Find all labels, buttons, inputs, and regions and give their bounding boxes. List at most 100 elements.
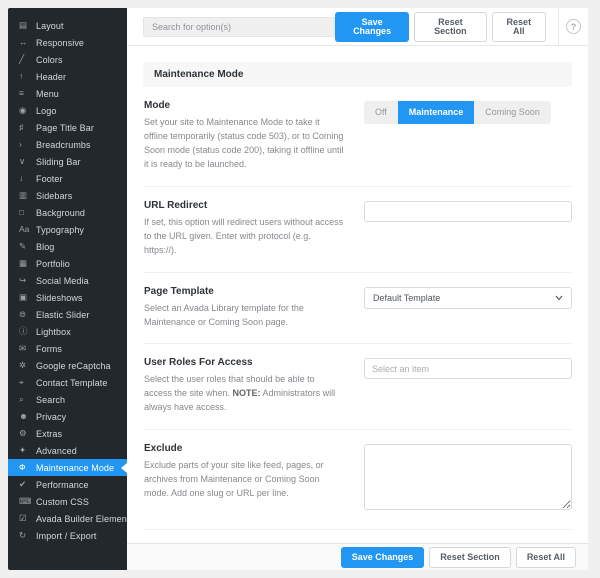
avada-builder-elements-icon: ☑ (19, 513, 27, 524)
sidebar-item-google-recaptcha[interactable]: ✲ Google reCaptcha (8, 357, 127, 374)
sidebar-item-typography[interactable]: Aa Typography (8, 221, 127, 238)
url-redirect-label: URL Redirect (144, 199, 208, 211)
slideshows-icon: ▣ (19, 292, 28, 303)
sidebar-item-social-media[interactable]: ↪ Social Media (8, 272, 127, 289)
mode-off-button[interactable]: Off (363, 101, 398, 124)
sidebar-item-logo[interactable]: ◉ Logo (8, 102, 127, 119)
reset-all-button-bottom[interactable]: Reset All (515, 546, 576, 568)
sidebar-item-contact-template[interactable]: ⌖ Contact Template (8, 374, 127, 391)
save-changes-button-bottom[interactable]: Save Changes (340, 546, 425, 568)
field-info: URL Redirect If set, this option will re… (143, 200, 345, 258)
sidebar-item-breadcrumbs[interactable]: › Breadcrumbs (8, 136, 127, 153)
help-icon[interactable]: ? (566, 19, 581, 34)
sidebar-item-search[interactable]: ⌕ Search (8, 391, 127, 408)
field-info: Mode Set your site to Maintenance Mode t… (143, 100, 345, 172)
field-control: Default Template (363, 286, 572, 309)
lightbox-icon: ⓘ (19, 326, 28, 337)
page-template-select[interactable]: Default Template (363, 286, 572, 309)
page-frame: ▤ Layout ↔ Responsive ╱ Colors ↑ Header ≡ Menu ◉ Lo… (0, 0, 600, 578)
exclude-description: Exclude parts of your site like feed, pa… (144, 460, 324, 499)
sidebar-item-label: Extras (36, 428, 63, 439)
sidebar-item-label: Privacy (36, 411, 67, 422)
bottom-toolbar: Save Changes Reset Section Reset All (127, 543, 588, 570)
responsive-icon: ↔ (19, 37, 28, 48)
reset-section-button-top[interactable]: Reset Section (414, 11, 487, 42)
url-redirect-description: If set, this option will redirect users … (144, 216, 344, 255)
sidebar-item-colors[interactable]: ╱ Colors (8, 51, 127, 68)
sidebar-item-header[interactable]: ↑ Header (8, 68, 127, 85)
sidebar-item-label: Colors (36, 54, 63, 65)
sidebar-item-extras[interactable]: ⚙ Extras (8, 425, 127, 442)
save-changes-button-top[interactable]: Save Changes (335, 11, 410, 42)
sidebars-icon: ▥ (19, 190, 28, 201)
sidebar-item-menu[interactable]: ≡ Menu (8, 85, 127, 102)
mode-label: Mode (144, 100, 171, 111)
page-template-description: Select an Avada Library template for the… (144, 302, 304, 327)
field-control (363, 200, 572, 222)
exclude-textarea[interactable] (363, 444, 572, 511)
note-emphasis: NOTE: (232, 388, 261, 399)
sidebar-item-layout[interactable]: ▤ Layout (8, 17, 127, 34)
elastic-slider-icon: ⊜ (19, 309, 27, 320)
user-roles-label: User Roles For Access (144, 357, 253, 369)
sidebar-item-slideshows[interactable]: ▣ Slideshows (8, 289, 127, 306)
search-input[interactable] (143, 16, 335, 37)
layout-icon: ▤ (19, 20, 28, 31)
sidebar-item-footer[interactable]: ↓ Footer (8, 170, 127, 187)
mode-description: Set your site to Maintenance Mode to tak… (144, 117, 344, 169)
sidebar-item-responsive[interactable]: ↔ Responsive (8, 34, 127, 51)
field-info: Page Template Select an Avada Library te… (143, 286, 345, 330)
maintenance-mode-icon: Ф (19, 462, 26, 473)
chevron-down-icon (555, 295, 563, 301)
sidebar-item-label: Contact Template (36, 377, 108, 388)
sidebar-item-privacy[interactable]: ☻ Privacy (8, 408, 127, 425)
colors-icon: ╱ (19, 54, 25, 65)
page-template-selected-value: Default Template (372, 292, 441, 303)
reset-section-button-bottom[interactable]: Reset Section (429, 546, 511, 568)
page-title-bar-icon: ♯ (19, 122, 24, 133)
field-control: Off Maintenance Coming Soon (363, 100, 572, 124)
sidebar-item-label: Performance (36, 479, 89, 490)
sliding-bar-icon: ∨ (19, 156, 26, 167)
sidebar-item-blog[interactable]: ✎ Blog (8, 238, 127, 255)
sidebar-item-sliding-bar[interactable]: ∨ Sliding Bar (8, 153, 127, 170)
user-roles-input[interactable] (363, 358, 572, 380)
sidebar-item-sidebars[interactable]: ▥ Sidebars (8, 187, 127, 204)
sidebar-item-label: Social Media (36, 275, 89, 286)
url-redirect-input[interactable] (363, 200, 572, 222)
user-roles-description: Select the user roles that should be abl… (144, 374, 336, 413)
field-row-user-roles: User Roles For Access Select the user ro… (143, 344, 572, 431)
sidebar-item-background[interactable]: □ Background (8, 204, 127, 221)
performance-icon: ✔ (19, 479, 27, 490)
sidebar-item-maintenance-mode[interactable]: Ф Maintenance Mode (8, 459, 127, 476)
sidebar-item-label: Logo (36, 105, 57, 116)
reset-all-button-top[interactable]: Reset All (491, 11, 546, 42)
sidebar-item-lightbox[interactable]: ⓘ Lightbox (8, 323, 127, 340)
field-control (363, 443, 572, 515)
breadcrumbs-icon: › (19, 139, 22, 150)
menu-icon: ≡ (19, 88, 24, 99)
top-toolbar: Save Changes Reset Section Reset All ? (127, 8, 588, 46)
sidebar-item-label: Menu (36, 88, 59, 99)
sidebar-item-elastic-slider[interactable]: ⊜ Elastic Slider (8, 306, 127, 323)
mode-coming-soon-button[interactable]: Coming Soon (474, 101, 551, 124)
sidebar-item-custom-css[interactable]: ⌨ Custom CSS (8, 493, 127, 510)
sidebar-item-performance[interactable]: ✔ Performance (8, 476, 127, 493)
mode-maintenance-button[interactable]: Maintenance (397, 101, 475, 124)
sidebar-item-portfolio[interactable]: ▦ Portfolio (8, 255, 127, 272)
background-icon: □ (19, 207, 25, 218)
sidebar-item-avada-builder-elements[interactable]: ☑ Avada Builder Elements (8, 510, 127, 527)
blog-icon: ✎ (19, 241, 27, 252)
sidebar-item-import-export[interactable]: ↻ Import / Export (8, 527, 127, 544)
sidebar-item-label: Sidebars (36, 190, 73, 201)
extras-icon: ⚙ (19, 428, 27, 439)
sidebar-item-label: Search (36, 394, 66, 405)
sidebar-item-label: Footer (36, 173, 63, 184)
field-row-mode: Mode Set your site to Maintenance Mode t… (143, 87, 572, 187)
sidebar-item-label: Maintenance Mode (36, 462, 115, 473)
sidebar-item-label: Slideshows (36, 292, 83, 303)
sidebar-item-page-title-bar[interactable]: ♯ Page Title Bar (8, 119, 127, 136)
sidebar-item-forms[interactable]: ✉ Forms (8, 340, 127, 357)
sidebar-item-advanced[interactable]: ✦ Advanced (8, 442, 127, 459)
field-row-url-redirect: URL Redirect If set, this option will re… (143, 187, 572, 273)
